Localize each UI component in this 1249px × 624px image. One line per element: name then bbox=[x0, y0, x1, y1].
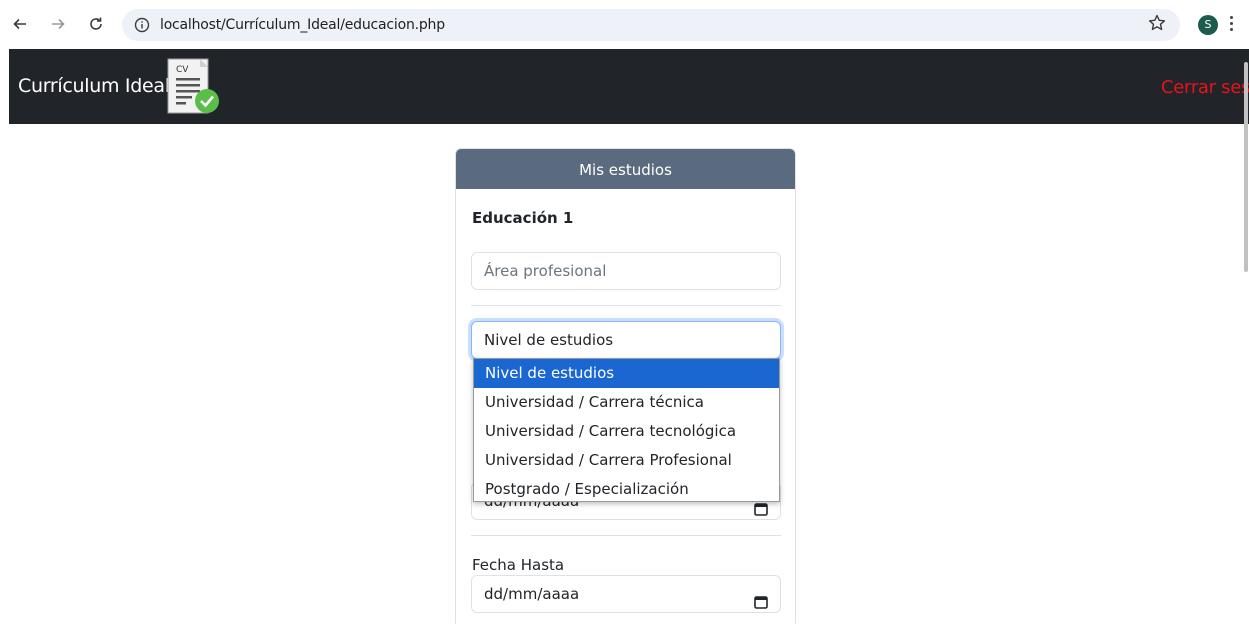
dropdown-option[interactable]: Universidad / Carrera Profesional bbox=[474, 446, 779, 475]
calendar-icon[interactable] bbox=[754, 586, 768, 622]
logo-cv-text: CV bbox=[176, 65, 189, 75]
url-text[interactable]: localhost/Currículum_Ideal/educacion.php bbox=[160, 17, 445, 33]
bookmark-star-icon[interactable] bbox=[1147, 13, 1167, 38]
dropdown-option[interactable]: Universidad / Carrera técnica bbox=[474, 388, 779, 417]
fecha-hasta-label: Fecha Hasta bbox=[472, 556, 565, 574]
fecha-hasta-value: dd/mm/aaaa bbox=[484, 585, 580, 603]
dropdown-option[interactable]: Postgrado / Especialización bbox=[474, 475, 779, 504]
dropdown-option[interactable]: Nivel de estudios bbox=[474, 359, 779, 388]
forward-arrow-icon[interactable] bbox=[46, 12, 70, 36]
reload-icon[interactable] bbox=[84, 12, 108, 36]
profile-avatar[interactable]: S bbox=[1198, 15, 1218, 35]
page-scrollbar[interactable] bbox=[1243, 52, 1249, 622]
area-profesional-input[interactable]: Área profesional bbox=[471, 252, 781, 290]
back-arrow-icon[interactable] bbox=[8, 12, 32, 36]
card-header: Mis estudios bbox=[456, 149, 795, 189]
logout-link[interactable]: Cerrar sesión bbox=[1161, 77, 1249, 98]
brand-name[interactable]: Currículum Ideal bbox=[18, 75, 170, 97]
scrollbar-thumb[interactable] bbox=[1244, 62, 1248, 272]
fecha-hasta-input[interactable]: dd/mm/aaaa bbox=[471, 575, 781, 613]
divider bbox=[471, 305, 781, 306]
section-title: Educación 1 bbox=[472, 209, 574, 227]
browser-toolbar: localhost/Currículum_Ideal/educacion.php… bbox=[0, 0, 1249, 48]
divider bbox=[471, 535, 781, 536]
nivel-estudios-dropdown[interactable]: Nivel de estudios Universidad / Carrera … bbox=[473, 358, 780, 502]
menu-kebab-icon[interactable] bbox=[1228, 14, 1234, 34]
dropdown-option[interactable]: Universidad / Carrera tecnológica bbox=[474, 417, 779, 446]
nivel-estudios-select[interactable]: Nivel de estudios bbox=[471, 321, 781, 359]
site-info-icon[interactable] bbox=[134, 17, 150, 38]
cv-document-check-icon: CV bbox=[164, 56, 226, 123]
address-bar[interactable]: localhost/Currículum_Ideal/educacion.php bbox=[122, 9, 1180, 41]
app-navbar: Currículum Ideal CV Cerrar sesión bbox=[9, 49, 1249, 124]
